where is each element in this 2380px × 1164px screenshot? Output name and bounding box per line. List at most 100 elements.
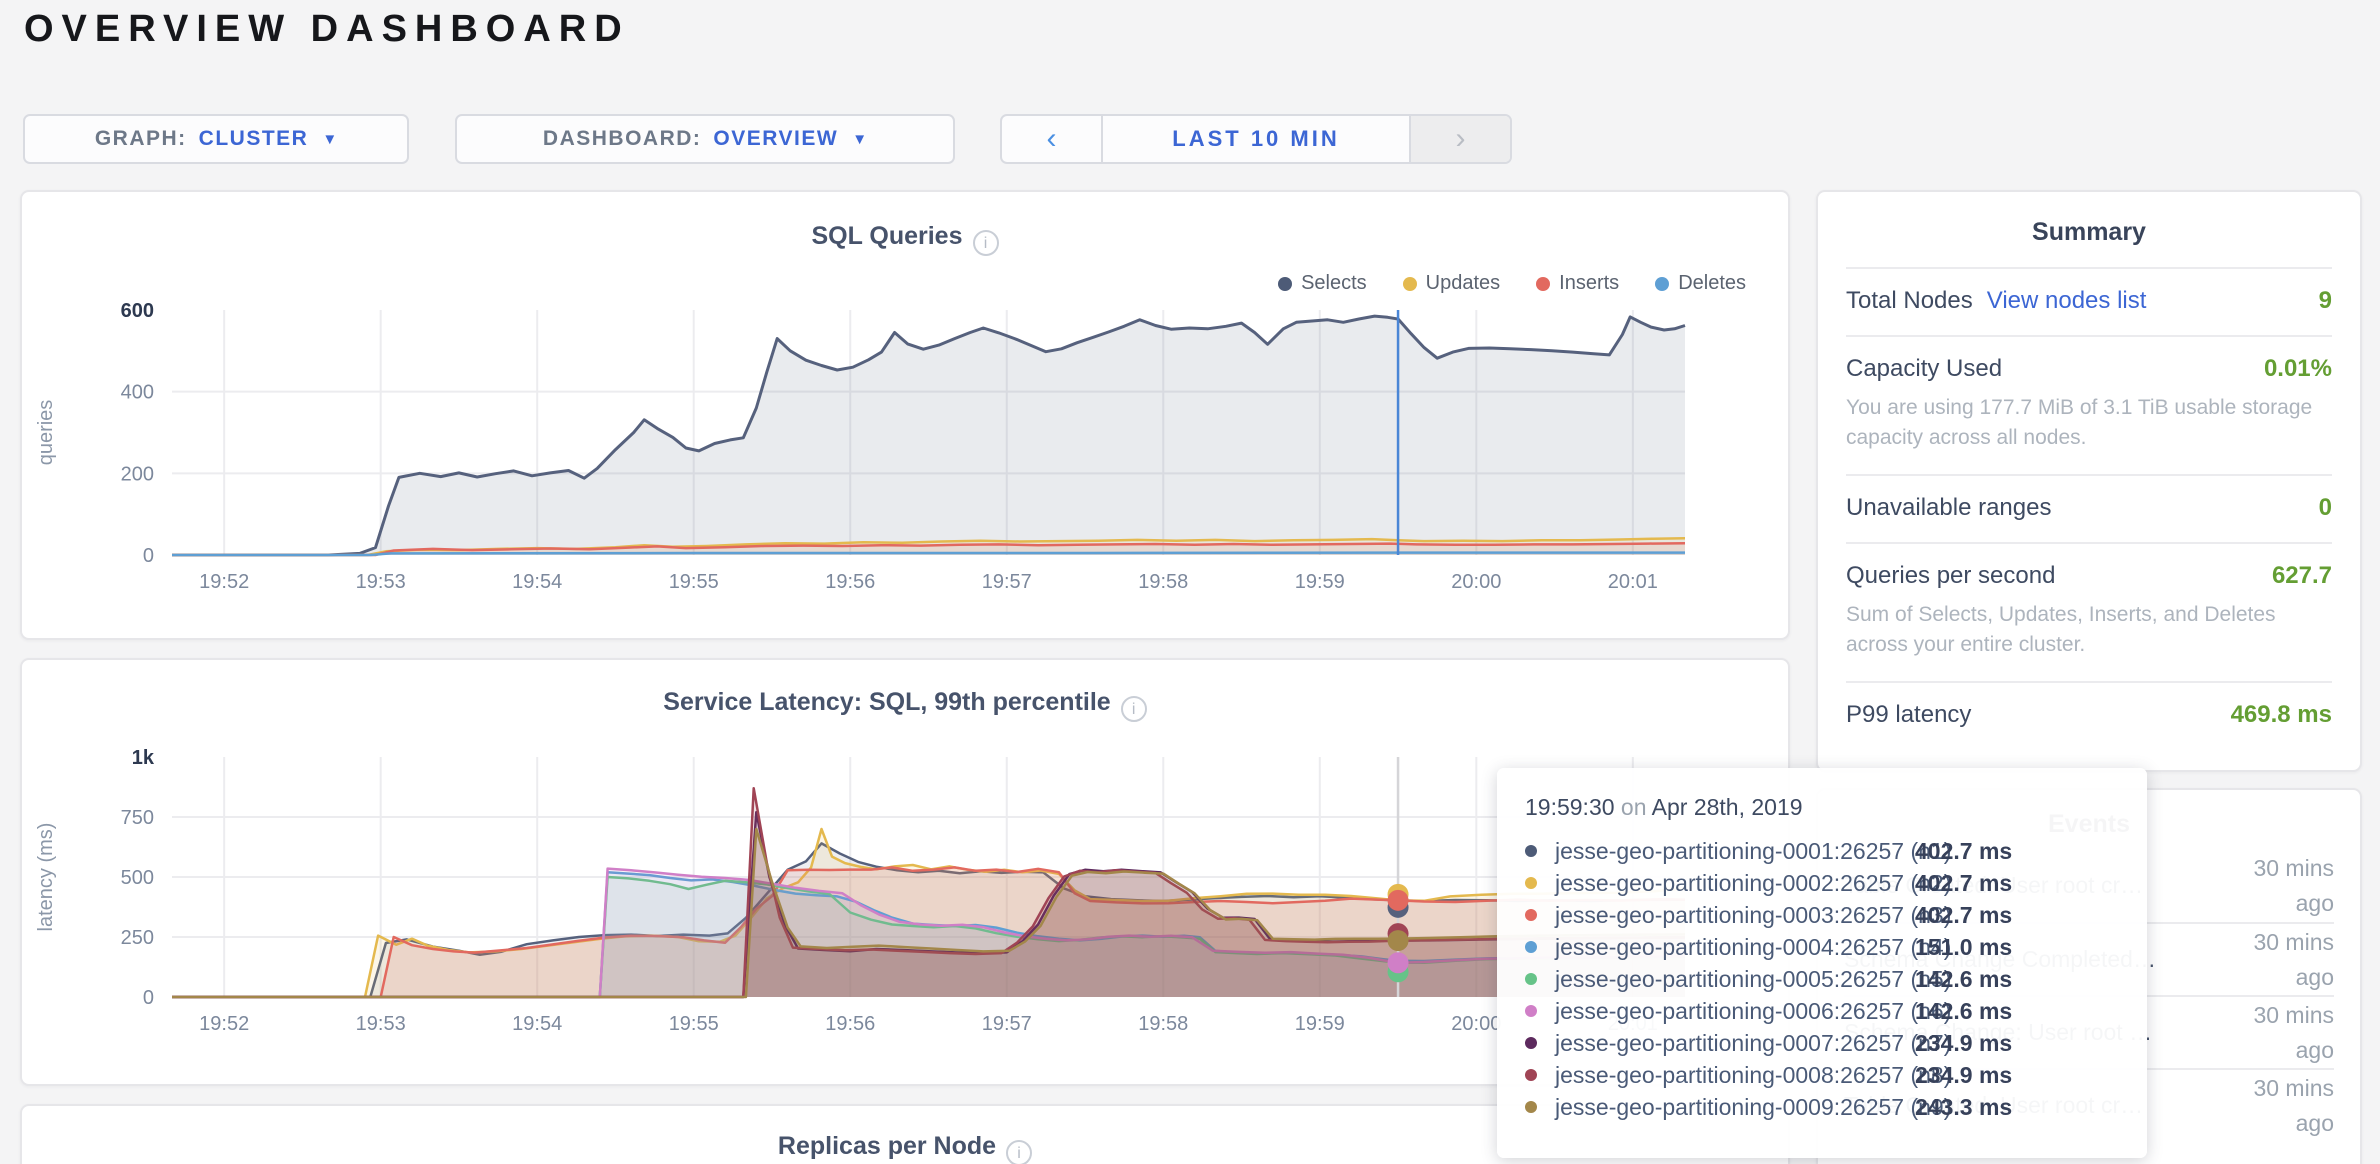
summary-panel: Summary Total Nodes View nodes list 9 Ca… — [1816, 190, 2362, 772]
total-nodes-value: 9 — [2319, 287, 2332, 315]
event-time: 30 mins ago — [2222, 851, 2334, 920]
summary-row-capacity: Capacity Used 0.01% You are using 177.7 … — [1846, 335, 2332, 474]
series-dot-icon — [1525, 941, 1537, 953]
time-range-next-button[interactable]: › — [1409, 116, 1510, 162]
total-nodes-label: Total Nodes — [1846, 287, 1973, 315]
svg-text:200: 200 — [121, 463, 154, 485]
tooltip-node-name: jesse-geo-partitioning-0009:26257 (n9) — [1555, 1094, 1915, 1121]
service-latency-chart-title: Service Latency: SQL, 99th percentilei — [22, 688, 1788, 722]
p99-latency-label: P99 latency — [1846, 701, 1971, 729]
graph-dropdown-value: CLUSTER — [199, 127, 309, 151]
tooltip-node-value: 234.9 ms — [1915, 1062, 2012, 1089]
tooltip-series-row: jesse-geo-partitioning-0004:26257 (n4)15… — [1525, 931, 2119, 963]
tooltip-series-row: jesse-geo-partitioning-0006:26257 (n6)14… — [1525, 995, 2119, 1027]
svg-text:19:57: 19:57 — [982, 571, 1032, 593]
chevron-down-icon: ▼ — [852, 131, 867, 148]
graph-dropdown[interactable]: GRAPH: CLUSTER ▼ — [23, 114, 409, 164]
svg-text:0: 0 — [143, 987, 154, 1009]
svg-text:19:55: 19:55 — [669, 571, 719, 593]
tooltip-node-name: jesse-geo-partitioning-0005:26257 (n5) — [1555, 966, 1915, 993]
summary-title: Summary — [1846, 192, 2332, 267]
event-time: 30 mins ago — [2222, 998, 2334, 1067]
svg-text:1k: 1k — [132, 747, 155, 769]
legend-item-inserts[interactable]: Inserts — [1536, 272, 1619, 295]
svg-text:400: 400 — [121, 382, 154, 404]
svg-text:19:58: 19:58 — [1138, 571, 1188, 593]
time-range-value[interactable]: LAST 10 MIN — [1103, 116, 1409, 162]
info-icon[interactable]: i — [973, 230, 999, 256]
time-range-selector: ‹ LAST 10 MIN › — [1000, 114, 1512, 164]
svg-text:latency (ms): latency (ms) — [35, 823, 57, 932]
series-dot-icon — [1525, 1069, 1537, 1081]
tooltip-series-row: jesse-geo-partitioning-0003:26257 (n3)40… — [1525, 899, 2119, 931]
tooltip-node-name: jesse-geo-partitioning-0007:26257 (n7) — [1555, 1030, 1915, 1057]
series-dot-icon — [1525, 877, 1537, 889]
series-dot-icon — [1525, 909, 1537, 921]
svg-text:19:52: 19:52 — [199, 1013, 249, 1035]
legend-dot-icon — [1403, 277, 1417, 291]
capacity-used-label: Capacity Used — [1846, 355, 2002, 383]
event-time: 30 mins ago — [2222, 925, 2334, 994]
capacity-used-value: 0.01% — [2264, 355, 2332, 383]
tooltip-node-name: jesse-geo-partitioning-0002:26257 (n2) — [1555, 870, 1915, 897]
tooltip-node-name: jesse-geo-partitioning-0008:26257 (n8) — [1555, 1062, 1915, 1089]
tooltip-node-value: 142.6 ms — [1915, 998, 2012, 1025]
sql-queries-chart-title: SQL Queriesi — [22, 222, 1788, 256]
p99-latency-value: 469.8 ms — [2231, 701, 2332, 729]
tooltip-node-value: 151.0 ms — [1915, 934, 2012, 961]
tooltip-node-value: 402.7 ms — [1915, 870, 2012, 897]
chevron-down-icon: ▼ — [322, 131, 337, 148]
series-dot-icon — [1525, 1037, 1537, 1049]
summary-row-total-nodes: Total Nodes View nodes list 9 — [1846, 267, 2332, 335]
tooltip-node-name: jesse-geo-partitioning-0004:26257 (n4) — [1555, 934, 1915, 961]
legend-dot-icon — [1655, 277, 1669, 291]
tooltip-node-name: jesse-geo-partitioning-0001:26257 (n1) — [1555, 838, 1915, 865]
legend-label: Deletes — [1678, 272, 1746, 295]
svg-text:250: 250 — [121, 927, 154, 949]
svg-text:19:56: 19:56 — [825, 1013, 875, 1035]
sql-queries-chart-card: SQL Queriesi Selects Updates Inserts Delete… — [20, 190, 1790, 640]
tooltip-series-row: jesse-geo-partitioning-0007:26257 (n7)23… — [1525, 1027, 2119, 1059]
tooltip-node-value: 234.9 ms — [1915, 1030, 2012, 1057]
chevron-right-icon: › — [1456, 122, 1466, 156]
tooltip-node-name: jesse-geo-partitioning-0003:26257 (n3) — [1555, 902, 1915, 929]
tooltip-node-value: 142.6 ms — [1915, 966, 2012, 993]
svg-text:19:52: 19:52 — [199, 571, 249, 593]
time-range-prev-button[interactable]: ‹ — [1002, 116, 1103, 162]
svg-text:19:55: 19:55 — [669, 1013, 719, 1035]
legend-label: Selects — [1301, 272, 1367, 295]
chevron-left-icon: ‹ — [1047, 122, 1057, 156]
qps-description: Sum of Selects, Updates, Inserts, and De… — [1846, 600, 2332, 661]
legend-item-updates[interactable]: Updates — [1403, 272, 1501, 295]
legend-dot-icon — [1536, 277, 1550, 291]
info-icon[interactable]: i — [1121, 696, 1147, 722]
page-title: OVERVIEW DASHBOARD — [24, 8, 630, 51]
overview-dashboard-page: OVERVIEW DASHBOARD GRAPH: CLUSTER ▼ DASH… — [0, 0, 2380, 1164]
svg-text:20:01: 20:01 — [1608, 571, 1658, 593]
svg-text:19:57: 19:57 — [982, 1013, 1032, 1035]
legend-item-selects[interactable]: Selects — [1278, 272, 1367, 295]
summary-row-qps: Queries per second 627.7 Sum of Selects,… — [1846, 542, 2332, 681]
tooltip-series-row: jesse-geo-partitioning-0002:26257 (n2)40… — [1525, 867, 2119, 899]
tooltip-node-value: 243.3 ms — [1915, 1094, 2012, 1121]
svg-text:19:59: 19:59 — [1295, 1013, 1345, 1035]
legend-item-deletes[interactable]: Deletes — [1655, 272, 1746, 295]
svg-text:19:59: 19:59 — [1295, 571, 1345, 593]
svg-text:19:54: 19:54 — [512, 1013, 562, 1035]
tooltip-series-row: jesse-geo-partitioning-0001:26257 (n1)40… — [1525, 835, 2119, 867]
tooltip-node-name: jesse-geo-partitioning-0006:26257 (n6) — [1555, 998, 1915, 1025]
sql-queries-chart[interactable]: 020040060019:5219:5319:5419:5519:5619:57… — [22, 192, 1788, 638]
unavailable-ranges-value: 0 — [2319, 494, 2332, 522]
view-nodes-list-link[interactable]: View nodes list — [1987, 287, 2147, 315]
svg-text:queries: queries — [35, 400, 57, 466]
legend-label: Updates — [1426, 272, 1501, 295]
dashboard-dropdown[interactable]: DASHBOARD: OVERVIEW ▼ — [455, 114, 955, 164]
svg-text:19:54: 19:54 — [512, 571, 562, 593]
qps-label: Queries per second — [1846, 562, 2055, 590]
svg-text:20:00: 20:00 — [1451, 571, 1501, 593]
summary-row-p99: P99 latency 469.8 ms — [1846, 681, 2332, 749]
info-icon[interactable]: i — [1006, 1140, 1032, 1164]
event-time: 30 mins ago — [2222, 1071, 2334, 1140]
sql-queries-legend: Selects Updates Inserts Deletes — [1278, 272, 1746, 295]
chart-hover-tooltip: 19:59:30 on Apr 28th, 2019 jesse-geo-par… — [1497, 768, 2147, 1158]
